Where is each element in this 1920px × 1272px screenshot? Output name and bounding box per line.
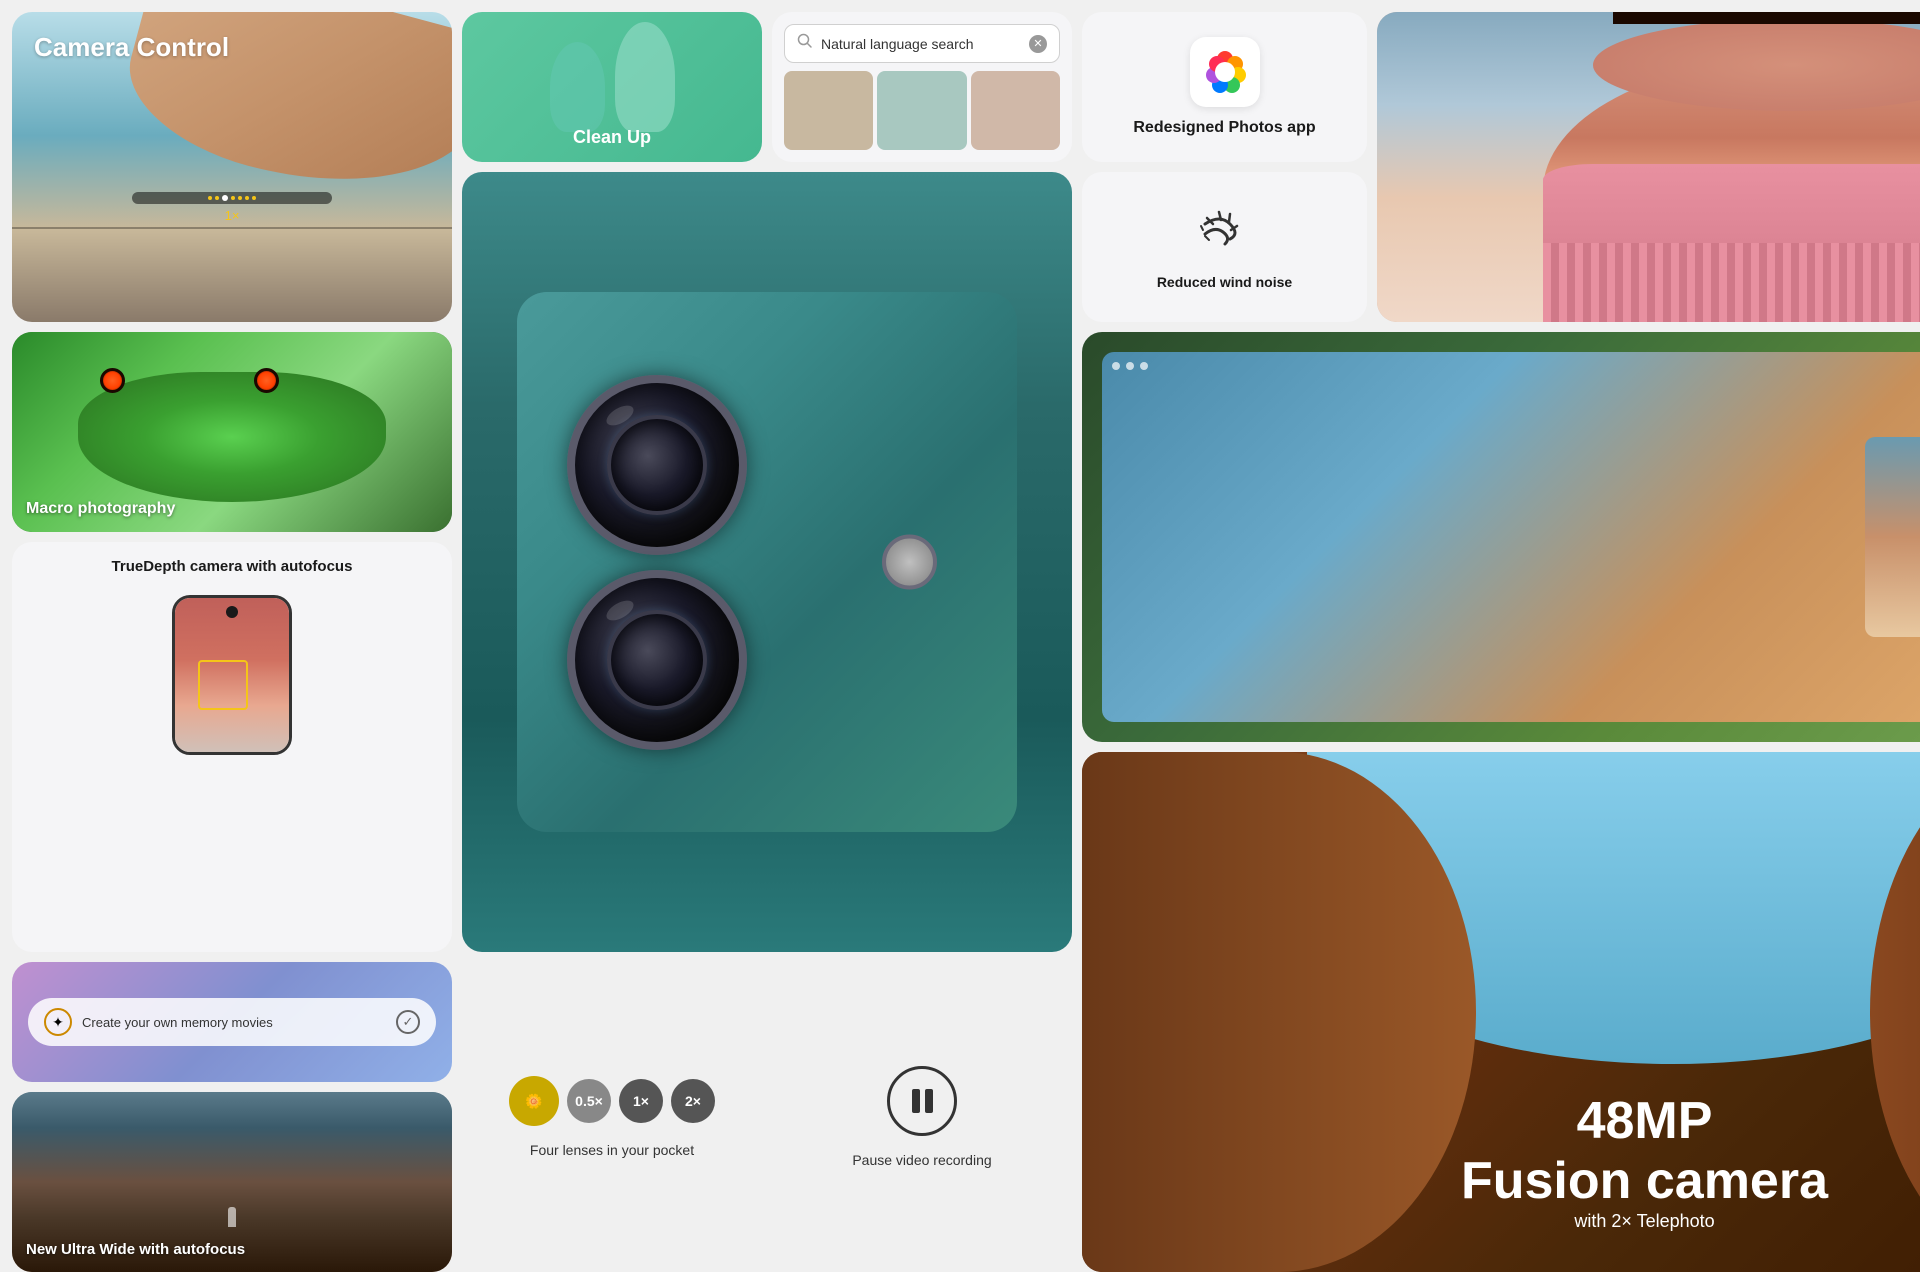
macro-icon: 🌼 — [525, 1093, 542, 1110]
spatial-card: Spatial photos and videos — [1082, 332, 1920, 742]
pause-button[interactable] — [887, 1066, 957, 1136]
wind-noise-title: Reduced wind noise — [1157, 274, 1292, 290]
focus-box — [198, 660, 248, 710]
slider-dot — [231, 196, 235, 200]
search-card: Natural language search ✕ — [772, 12, 1072, 162]
spatial-screen — [1102, 352, 1920, 722]
lens-main-bottom — [567, 570, 747, 750]
slider-dot-active — [222, 195, 228, 201]
figure-1 — [550, 42, 605, 132]
pause-bar-right — [925, 1089, 933, 1113]
search-bar[interactable]: Natural language search ✕ — [784, 24, 1060, 63]
spatial-dot-3 — [1140, 362, 1148, 370]
phone-mockup — [172, 595, 292, 755]
slider-dot — [245, 196, 249, 200]
photos-app-title: Redesigned Photos app — [1133, 119, 1315, 137]
memory-card: ✦ Create your own memory movies ✓ — [12, 962, 452, 1082]
pause-label: Pause video recording — [852, 1152, 991, 1168]
slider-dot — [215, 196, 219, 200]
fusion-sub-label: with 2× Telephoto — [1461, 1211, 1828, 1232]
search-query-text: Natural language search — [821, 36, 1021, 52]
slider-dot — [208, 196, 212, 200]
half-label: 0.5× — [575, 1093, 603, 1109]
portrait-shirt — [1543, 164, 1920, 322]
portrait-stripes — [1543, 243, 1920, 322]
canyon-arch-left — [1082, 752, 1476, 1272]
figures-decoration — [462, 12, 762, 132]
camera-lenses — [567, 375, 747, 750]
search-icon — [797, 33, 813, 54]
slider-dot — [238, 196, 242, 200]
clean-up-label: Clean Up — [573, 127, 651, 148]
fusion-camera-label: Fusion camera — [1461, 1151, 1828, 1211]
frog-detail — [78, 372, 386, 502]
search-result-2 — [877, 71, 966, 150]
photos-app-icon — [1190, 37, 1260, 107]
portrait-hair — [1613, 12, 1920, 24]
spatial-dot-1 — [1112, 362, 1120, 370]
portraits-card: Next-generation portraits with Focus and… — [1377, 12, 1920, 322]
phone-camera-hole — [226, 606, 238, 618]
2x-label: 2× — [685, 1093, 701, 1109]
macro-card: Macro photography — [12, 332, 452, 532]
fusion-text: 48MP Fusion camera with 2× Telephoto — [1461, 1091, 1828, 1232]
photos-flower-svg — [1200, 47, 1250, 97]
wind-icon-svg — [1195, 204, 1255, 264]
fusion-48mp: 48MP — [1461, 1091, 1828, 1151]
1x-label: 1× — [633, 1093, 649, 1109]
ultrawide-label: New Ultra Wide with autofocus — [26, 1241, 245, 1258]
figure-2 — [615, 22, 675, 132]
truedepth-title: TrueDepth camera with autofocus — [112, 558, 353, 575]
slider-dot — [252, 196, 256, 200]
siri-icon: ✦ — [44, 1008, 72, 1036]
four-lenses-card: 🌼 0.5× 1× 2× Four lenses in your pocket — [462, 962, 762, 1272]
confirm-button[interactable]: ✓ — [396, 1010, 420, 1034]
camera-body — [517, 292, 1017, 832]
wind-noise-icon — [1195, 204, 1255, 264]
ultrawide-card: New Ultra Wide with autofocus — [12, 1092, 452, 1272]
half-lens-button[interactable]: 0.5× — [567, 1079, 611, 1123]
camera-control-title: Camera Control — [34, 32, 229, 63]
fusion-card: 48MP Fusion camera with 2× Telephoto — [1082, 752, 1920, 1272]
memory-input[interactable]: ✦ Create your own memory movies ✓ — [28, 998, 436, 1046]
search-result-3 — [971, 71, 1060, 150]
spatial-controls — [1112, 362, 1148, 370]
zoom-slider — [132, 192, 332, 204]
lens-inner-bottom — [607, 610, 707, 710]
clean-up-card: Clean Up — [462, 12, 762, 162]
pause-card: Pause video recording — [772, 962, 1072, 1272]
spatial-dot-2 — [1126, 362, 1134, 370]
camera-control-card: Camera Control 1× — [12, 12, 452, 322]
search-results — [784, 71, 1060, 150]
spatial-person — [1865, 437, 1920, 637]
macro-lens-button[interactable]: 🌼 — [509, 1076, 559, 1126]
macro-label: Macro photography — [26, 500, 175, 518]
pause-bar-left — [912, 1089, 920, 1113]
frog-eye-left — [100, 368, 125, 393]
search-clear-button[interactable]: ✕ — [1029, 35, 1047, 53]
photos-app-card: Redesigned Photos app — [1082, 12, 1367, 162]
search-result-1 — [784, 71, 873, 150]
lens-inner-top — [607, 415, 707, 515]
person-silhouette — [228, 1207, 236, 1227]
flash-bump — [882, 535, 937, 590]
memory-text: Create your own memory movies — [82, 1015, 386, 1030]
lens-buttons: 🌼 0.5× 1× 2× — [509, 1076, 715, 1126]
zoom-label: 1× — [225, 208, 240, 223]
pause-icon — [912, 1089, 933, 1113]
frog-eye-right — [254, 368, 279, 393]
1x-lens-button[interactable]: 1× — [619, 1079, 663, 1123]
lens-main-top — [567, 375, 747, 555]
wind-noise-card: Reduced wind noise — [1082, 172, 1367, 322]
truedepth-card: TrueDepth camera with autofocus — [12, 542, 452, 952]
2x-lens-button[interactable]: 2× — [671, 1079, 715, 1123]
four-lenses-label: Four lenses in your pocket — [530, 1142, 694, 1158]
camera-hero-card — [462, 172, 1072, 952]
